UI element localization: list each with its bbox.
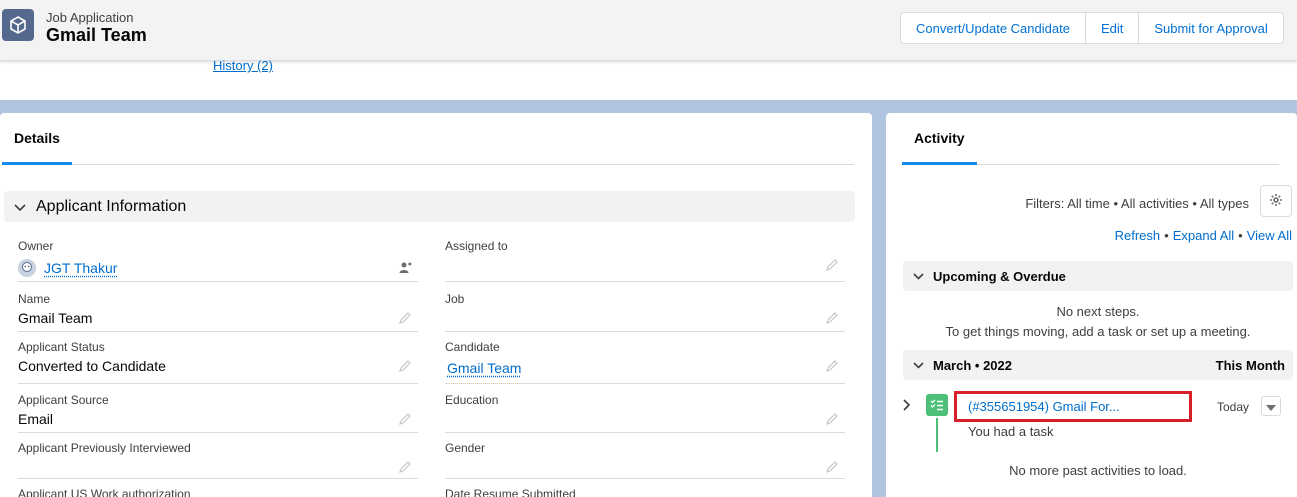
chevron-down-icon bbox=[913, 269, 933, 283]
caret-down-icon bbox=[1266, 399, 1276, 414]
edit-pencil-icon[interactable] bbox=[825, 258, 839, 272]
edit-pencil-icon[interactable] bbox=[398, 412, 412, 426]
chevron-down-icon bbox=[913, 358, 933, 372]
activity-tabbar: Activity bbox=[902, 113, 1279, 165]
expand-all-link[interactable]: Expand All bbox=[1173, 228, 1234, 243]
record-header: Job Application Gmail Team Convert/Updat… bbox=[0, 0, 1297, 61]
edit-pencil-icon[interactable] bbox=[825, 311, 839, 325]
month-title: March • 2022 bbox=[933, 358, 1012, 373]
view-all-link[interactable]: View All bbox=[1247, 228, 1292, 243]
education-label: Education bbox=[445, 393, 498, 407]
date-resume-submitted-field: Date Resume Submitted bbox=[445, 485, 845, 497]
candidate-link[interactable]: Gmail Team bbox=[447, 360, 521, 376]
details-tabbar: Details bbox=[2, 113, 854, 165]
previously-interviewed-field: Applicant Previously Interviewed bbox=[18, 439, 418, 479]
name-field: Name Gmail Team bbox=[18, 290, 418, 332]
related-list-strip bbox=[0, 61, 1297, 100]
separator-dot: • bbox=[1238, 228, 1243, 243]
applicant-status-label: Applicant Status bbox=[18, 340, 105, 354]
education-field: Education bbox=[445, 391, 845, 433]
edit-button[interactable]: Edit bbox=[1086, 13, 1139, 43]
task-icon bbox=[926, 394, 948, 416]
assigned-to-field: Assigned to bbox=[445, 237, 845, 282]
owner-field: Owner JGT Thakur bbox=[18, 237, 418, 282]
no-more-activities-text: No more past activities to load. bbox=[903, 463, 1293, 478]
no-next-steps-text: No next steps. bbox=[903, 304, 1293, 319]
edit-pencil-icon[interactable] bbox=[398, 311, 412, 325]
section-title: Applicant Information bbox=[36, 198, 186, 216]
filter-settings-button[interactable] bbox=[1260, 185, 1292, 217]
candidate-field: Candidate Gmail Team bbox=[445, 338, 845, 384]
job-label: Job bbox=[445, 292, 464, 306]
edit-pencil-icon[interactable] bbox=[825, 460, 839, 474]
edit-pencil-icon[interactable] bbox=[398, 460, 412, 474]
upcoming-overdue-header[interactable]: Upcoming & Overdue bbox=[903, 261, 1293, 291]
gender-field: Gender bbox=[445, 439, 845, 479]
timeline-line bbox=[936, 418, 938, 452]
task-subtitle: You had a task bbox=[968, 424, 1054, 439]
task-date: Today bbox=[1217, 400, 1249, 414]
candidate-label: Candidate bbox=[445, 340, 500, 354]
us-work-authorization-label: Applicant US Work authorization bbox=[18, 487, 191, 497]
date-resume-submitted-label: Date Resume Submitted bbox=[445, 487, 576, 497]
applicant-status-value: Converted to Candidate bbox=[18, 358, 166, 374]
chevron-right-icon[interactable] bbox=[903, 398, 911, 414]
panel-gutter bbox=[872, 113, 886, 497]
details-panel: Details Applicant Information Owner JGT … bbox=[0, 113, 872, 497]
task-menu-button[interactable] bbox=[1261, 396, 1281, 416]
tab-details[interactable]: Details bbox=[2, 113, 72, 165]
month-section-header[interactable]: March • 2022 This Month bbox=[903, 350, 1293, 380]
chevron-down-icon bbox=[14, 199, 34, 215]
gear-icon bbox=[1269, 193, 1283, 210]
convert-update-candidate-button[interactable]: Convert/Update Candidate bbox=[901, 13, 1086, 43]
activity-links: Refresh • Expand All • View All bbox=[886, 228, 1292, 243]
gender-label: Gender bbox=[445, 441, 485, 455]
change-owner-icon[interactable] bbox=[398, 261, 412, 275]
record-title: Gmail Team bbox=[46, 25, 147, 46]
owner-name[interactable]: JGT Thakur bbox=[44, 260, 117, 276]
applicant-information-section-header[interactable]: Applicant Information bbox=[4, 191, 855, 222]
activity-panel: Activity Filters: All time • All activit… bbox=[886, 113, 1297, 497]
edit-pencil-icon[interactable] bbox=[825, 359, 839, 373]
object-type-label: Job Application bbox=[46, 10, 133, 25]
owner-value[interactable]: JGT Thakur bbox=[18, 259, 117, 277]
name-label: Name bbox=[18, 292, 50, 306]
avatar bbox=[18, 259, 36, 277]
applicant-source-label: Applicant Source bbox=[18, 393, 109, 407]
assigned-to-label: Assigned to bbox=[445, 239, 508, 253]
get-moving-text: To get things moving, add a task or set … bbox=[903, 324, 1293, 339]
job-application-icon bbox=[2, 9, 34, 41]
upcoming-overdue-title: Upcoming & Overdue bbox=[933, 269, 1066, 284]
previously-interviewed-label: Applicant Previously Interviewed bbox=[18, 441, 191, 455]
submit-for-approval-button[interactable]: Submit for Approval bbox=[1139, 13, 1282, 43]
applicant-source-field: Applicant Source Email bbox=[18, 391, 418, 433]
job-field: Job bbox=[445, 290, 845, 332]
edit-pencil-icon[interactable] bbox=[398, 359, 412, 373]
applicant-source-value: Email bbox=[18, 411, 53, 427]
task-title-link[interactable]: (#355651954) Gmail For... bbox=[968, 399, 1120, 414]
owner-label: Owner bbox=[18, 239, 53, 253]
activity-filters-text: Filters: All time • All activities • All… bbox=[886, 196, 1249, 211]
refresh-link[interactable]: Refresh bbox=[1115, 228, 1161, 243]
history-link[interactable]: History (2) bbox=[213, 58, 273, 73]
tab-activity[interactable]: Activity bbox=[902, 113, 977, 165]
us-work-authorization-field: Applicant US Work authorization bbox=[18, 485, 418, 497]
edit-pencil-icon[interactable] bbox=[825, 412, 839, 426]
applicant-status-field: Applicant Status Converted to Candidate bbox=[18, 338, 418, 384]
separator-dot: • bbox=[1164, 228, 1169, 243]
header-button-group: Convert/Update Candidate Edit Submit for… bbox=[900, 12, 1284, 44]
name-value: Gmail Team bbox=[18, 310, 92, 326]
this-month-label: This Month bbox=[1216, 358, 1285, 373]
